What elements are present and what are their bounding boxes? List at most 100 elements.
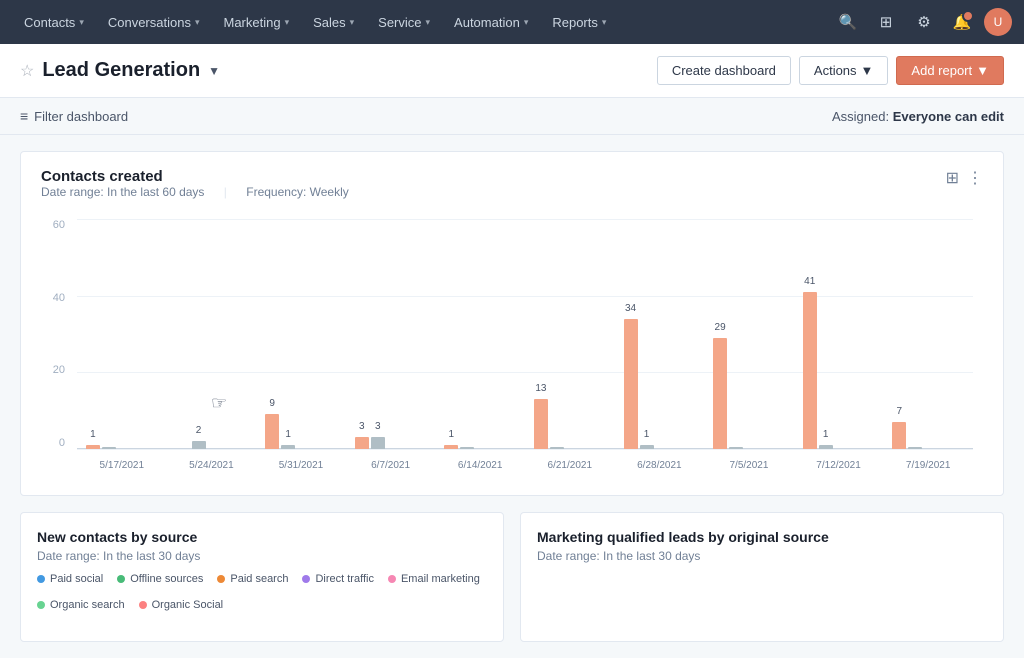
legend-label: Organic Social	[152, 599, 224, 611]
grid-icon[interactable]: ⊞	[870, 6, 902, 38]
bar-group: 25/24/2021	[167, 219, 257, 449]
legend-label: Paid social	[50, 573, 103, 585]
create-dashboard-button[interactable]: Create dashboard	[657, 56, 791, 85]
mql-card: Marketing qualified leads by original so…	[520, 512, 1004, 642]
bar-group: 15/17/2021	[77, 219, 167, 449]
bar-group: 77/19/2021	[883, 219, 973, 449]
primary-bar: 41	[803, 292, 817, 449]
primary-bar: 9	[265, 414, 279, 449]
add-report-chevron: ▼	[976, 63, 989, 78]
chart-header: Contacts created Date range: In the last…	[41, 168, 983, 215]
nav-chevron-automation: ▾	[524, 17, 529, 28]
star-icon[interactable]: ☆	[20, 61, 34, 81]
legend-label: Direct traffic	[315, 573, 373, 585]
nav-label-marketing: Marketing	[223, 15, 280, 30]
add-report-button[interactable]: Add report ▼	[896, 56, 1004, 85]
legend-item: Paid search	[217, 573, 288, 585]
bar-group: 136/21/2021	[525, 219, 615, 449]
bar-group: 915/31/2021	[256, 219, 346, 449]
legend-dot	[37, 601, 45, 609]
nav-item-service[interactable]: Service▾	[366, 0, 442, 44]
bar-chart: 60 40 20 0 15/17/202125/24/2021915/31/20…	[41, 219, 983, 479]
actions-button[interactable]: Actions ▼	[799, 56, 889, 85]
legend-label: Offline sources	[130, 573, 203, 585]
filter-bar: ≡ Filter dashboard Assigned: Everyone ca…	[0, 98, 1024, 135]
new-contacts-title: New contacts by source	[37, 529, 487, 545]
chart-bars-area: 15/17/202125/24/2021915/31/2021336/7/202…	[77, 219, 973, 449]
secondary-bar: 3	[371, 437, 385, 449]
primary-bar: 34	[624, 319, 638, 449]
filter-dashboard-button[interactable]: ≡ Filter dashboard	[20, 108, 128, 124]
nav-chevron-sales: ▾	[350, 17, 355, 28]
x-label: 6/14/2021	[458, 460, 503, 471]
filter-icon: ≡	[20, 108, 28, 124]
nav-chevron-marketing: ▾	[285, 17, 290, 28]
bar-group: 16/14/2021	[435, 219, 525, 449]
secondary-bar: 1	[281, 445, 295, 449]
nav-label-contacts: Contacts	[24, 15, 75, 30]
nav-item-marketing[interactable]: Marketing ▾	[211, 0, 301, 44]
secondary-bar	[550, 447, 564, 449]
legend-item: Paid social	[37, 573, 103, 585]
secondary-bar	[102, 447, 116, 449]
legend-item: Offline sources	[117, 573, 203, 585]
legend-label: Organic search	[50, 599, 125, 611]
page-title-dropdown[interactable]: ▼	[208, 64, 220, 78]
nav-item-automation[interactable]: Automation▾	[442, 0, 540, 44]
bar-value-primary: 7	[897, 406, 903, 417]
y-axis: 60 40 20 0	[41, 219, 71, 449]
legend-label: Paid search	[230, 573, 288, 585]
bar-value-primary: 1	[90, 429, 96, 440]
y-label-60: 60	[53, 219, 65, 231]
nav-label-conversations: Conversations	[108, 15, 191, 30]
nav-item-sales[interactable]: Sales▾	[301, 0, 366, 44]
new-contacts-subtitle: Date range: In the last 30 days	[37, 549, 487, 563]
navbar: Contacts▾Conversations▾Marketing▾Sales▾S…	[0, 0, 1024, 44]
x-label: 6/21/2021	[548, 460, 593, 471]
bar-group: 3416/28/2021	[615, 219, 705, 449]
nav-item-reports[interactable]: Reports▾	[540, 0, 618, 44]
nav-item-contacts[interactable]: Contacts▾	[12, 0, 96, 44]
chart-actions: ⊞ ⋮	[946, 168, 983, 188]
date-range-label: Date range: In the last 60 days	[41, 185, 204, 199]
bar-value-primary: 3	[359, 421, 365, 432]
legend-dot	[117, 575, 125, 583]
chart-title-area: Contacts created Date range: In the last…	[41, 168, 365, 215]
bottom-row: New contacts by source Date range: In th…	[20, 512, 1004, 642]
x-label: 6/28/2021	[637, 460, 682, 471]
chart-title: Contacts created	[41, 168, 365, 185]
filter-label: Filter dashboard	[34, 109, 128, 124]
avatar[interactable]: U	[984, 8, 1012, 36]
legend-label: Email marketing	[401, 573, 480, 585]
legend-row: Paid social Offline sources Paid search Dir…	[37, 573, 487, 611]
bar-value-primary: 29	[715, 322, 726, 333]
legend-dot	[217, 575, 225, 583]
bar-value-secondary: 1	[823, 429, 829, 440]
notifications-icon[interactable]: 🔔	[946, 6, 978, 38]
settings-icon[interactable]: ⚙	[908, 6, 940, 38]
assigned-value: Everyone can edit	[893, 109, 1004, 124]
legend-item: Organic Social	[139, 599, 224, 611]
bar-value-secondary: 1	[285, 429, 291, 440]
main-content: Contacts created Date range: In the last…	[0, 135, 1024, 658]
bar-value-primary: 34	[625, 303, 636, 314]
legend-item: Direct traffic	[302, 573, 373, 585]
contacts-created-card: Contacts created Date range: In the last…	[20, 151, 1004, 496]
new-contacts-card: New contacts by source Date range: In th…	[20, 512, 504, 642]
legend-dot	[37, 575, 45, 583]
page-title-area: ☆ Lead Generation ▼	[20, 59, 220, 82]
chart-more-icon[interactable]: ⋮	[967, 168, 983, 188]
assigned-text: Assigned: Everyone can edit	[832, 109, 1004, 124]
primary-bar: 3	[355, 437, 369, 449]
primary-bar: 1	[86, 445, 100, 449]
nav-item-conversations[interactable]: Conversations▾	[96, 0, 212, 44]
chart-filter-icon[interactable]: ⊞	[946, 168, 959, 188]
secondary-bar	[460, 447, 474, 449]
legend-dot	[302, 575, 310, 583]
cursor-icon: ☞	[211, 393, 227, 414]
search-icon[interactable]: 🔍	[832, 6, 864, 38]
frequency-label: Frequency: Weekly	[246, 185, 349, 199]
bar-value-primary: 1	[449, 429, 455, 440]
bar-value-primary: 9	[269, 398, 275, 409]
page-title: Lead Generation	[42, 59, 200, 82]
